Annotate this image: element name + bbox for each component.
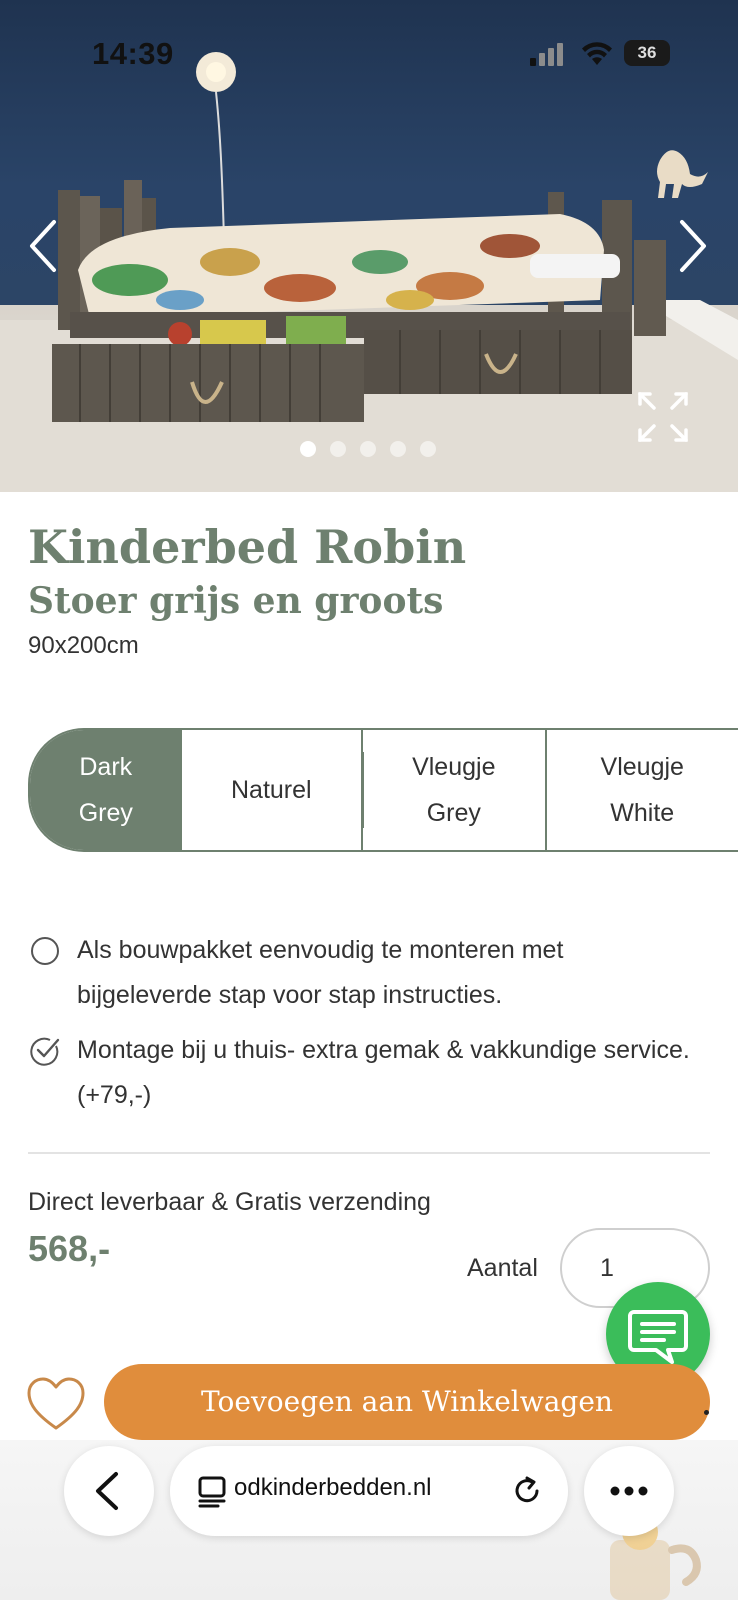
gallery-dot[interactable] [300,441,316,457]
expand-icon [638,392,688,442]
add-to-cart-label: Toevoegen aan Winkelwagen [201,1385,613,1418]
section-divider [28,1152,710,1154]
variant-divider [362,752,364,828]
wifi-icon [582,42,612,65]
wishlist-button[interactable] [26,1376,86,1432]
delivery-info: Direct leverbaar & Gratis verzending [28,1188,431,1216]
quantity-label: Aantal [467,1254,538,1282]
gallery-next-button[interactable] [672,216,712,276]
chevron-left-icon [30,220,56,272]
more-icon [610,1486,648,1496]
variant-label: Grey [78,799,133,827]
chevron-right-icon [680,220,706,272]
tabs-icon[interactable] [196,1474,230,1508]
variant-label: Vleugje [412,753,496,781]
radio-checked-icon[interactable] [30,1036,60,1066]
option-home-assembly[interactable]: Montage bij u thuis- extra gemak & vakku… [28,1028,718,1120]
status-icons: 36 [528,40,678,70]
status-time: 14:39 [92,36,174,71]
heart-icon [27,1377,85,1430]
variant-label: White [610,799,675,827]
browser-back-button[interactable] [64,1446,154,1536]
gallery-dot[interactable] [390,441,406,457]
variant-label: Naturel [231,776,312,804]
decorative-dot [704,1410,709,1415]
gallery-dot[interactable] [330,441,346,457]
url-text: odkinderbedden.nl [234,1474,432,1501]
product-size: 90x200cm [28,632,139,659]
battery-icon: 36 [624,40,670,66]
variant-vleugje-grey[interactable]: Vleugje Grey [361,730,544,850]
gallery-expand-button[interactable] [636,390,690,444]
back-icon [96,1472,118,1510]
variant-label: Vleugje [600,753,684,781]
status-bar: 14:39 36 [0,0,738,108]
gallery-dot[interactable] [360,441,376,457]
address-bar[interactable]: odkinderbedden.nl [170,1446,568,1536]
gallery-prev-button[interactable] [24,216,64,276]
cellular-signal-icon [530,43,563,66]
option-self-assembly[interactable]: Als bouwpakket eenvoudig te monteren met… [28,928,718,1020]
product-title: Kinderbed Robin [28,520,467,574]
variant-naturel[interactable]: Naturel [182,730,361,850]
product-image-gallery[interactable]: 14:39 36 [0,0,738,492]
gallery-dot[interactable] [420,441,436,457]
color-variant-selector: Dark Grey Naturel Vleugje Grey Vleugje W… [28,728,738,852]
product-subtitle: Stoer grijs en groots [28,580,444,622]
product-price: 568,- [28,1228,111,1269]
browser-more-button[interactable] [584,1446,674,1536]
variant-vleugje-white[interactable]: Vleugje White [544,730,738,850]
variant-dark-grey[interactable]: Dark Grey [30,730,182,850]
add-to-cart-button[interactable]: Toevoegen aan Winkelwagen [104,1364,710,1440]
variant-label: Grey [426,799,481,827]
option-label: Montage bij u thuis- extra gemak & vakku… [77,1036,690,1109]
radio-unchecked-icon[interactable] [30,936,60,966]
gallery-pagination [300,441,436,457]
reload-icon[interactable] [510,1474,544,1508]
option-label: Als bouwpakket eenvoudig te monteren met… [77,936,564,1009]
variant-label: Dark [79,753,133,781]
